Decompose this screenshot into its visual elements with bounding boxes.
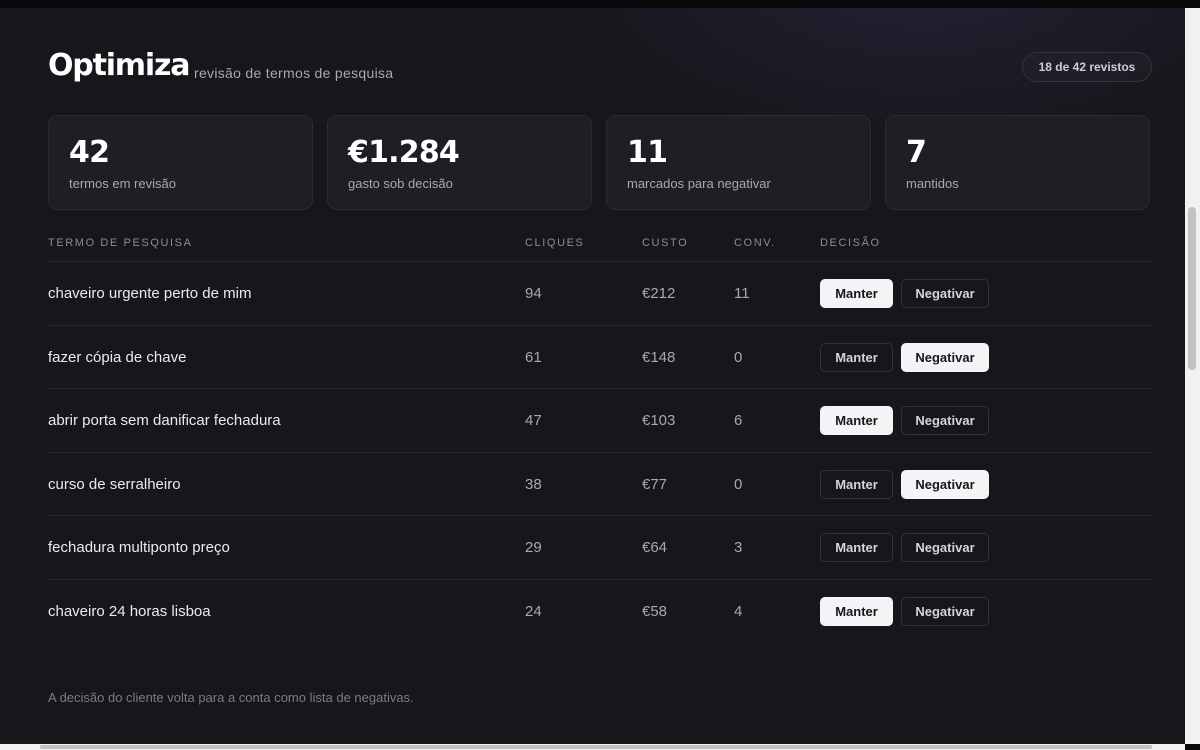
decision-actions: Manter Negativar <box>820 469 989 499</box>
keep-button[interactable]: Manter <box>820 596 893 626</box>
stat-value: €1.284 <box>348 135 460 170</box>
negate-button[interactable]: Negativar <box>901 279 989 308</box>
stat-value: 42 <box>69 135 110 170</box>
decision-actions: Manter Negativar <box>820 596 989 626</box>
stat-label: gasto sob decisão <box>348 176 453 191</box>
table-row: chaveiro 24 horas lisboa 24 €58 4 Manter… <box>48 580 1152 644</box>
stat-card-spend: €1.284 gasto sob decisão <box>327 115 592 210</box>
stat-label: marcados para negativar <box>627 176 771 191</box>
window-top-edge <box>0 0 1200 8</box>
keep-button[interactable]: Manter <box>820 533 893 562</box>
stat-card-kept: 7 mantidos <box>885 115 1150 210</box>
clicks-value: 29 <box>525 539 542 556</box>
search-term: curso de serralheiro <box>48 475 181 493</box>
cost-value: €103 <box>642 412 676 429</box>
stat-label: termos em revisão <box>69 176 176 191</box>
search-term: fazer cópia de chave <box>48 348 187 366</box>
search-term: fechadura multiponto preço <box>48 539 230 556</box>
keep-button[interactable]: Manter <box>820 342 893 372</box>
clicks-value: 94 <box>525 285 542 302</box>
table-row: fazer cópia de chave 61 €148 0 Manter Ne… <box>48 326 1152 389</box>
negate-button[interactable]: Negativar <box>901 596 989 626</box>
cost-value: €77 <box>642 475 668 493</box>
stats-cards: 42 termos em revisão €1.284 gasto sob de… <box>48 115 1152 210</box>
conversions-value: 3 <box>734 539 743 556</box>
conversions-value: 4 <box>734 602 743 620</box>
keep-button[interactable]: Manter <box>820 469 893 499</box>
stat-card-terms: 42 termos em revisão <box>48 115 313 210</box>
clicks-value: 61 <box>525 348 542 366</box>
table-row: fechadura multiponto preço 29 €64 3 Mant… <box>48 516 1152 580</box>
cost-value: €148 <box>642 348 676 366</box>
brand-logo: Optimiza <box>48 48 190 83</box>
stat-label: mantidos <box>906 176 959 191</box>
negate-button[interactable]: Negativar <box>901 342 989 372</box>
cost-value: €64 <box>642 539 668 556</box>
vertical-scrollbar[interactable] <box>1185 8 1200 744</box>
clicks-value: 47 <box>525 412 542 429</box>
table-header: Termo de pesquisa Cliques Custo Conv. De… <box>48 228 1152 262</box>
cost-value: €58 <box>642 602 668 620</box>
footnote: A decisão do cliente volta para a conta … <box>48 690 414 705</box>
keep-button[interactable]: Manter <box>820 279 893 308</box>
decision-actions: Manter Negativar <box>820 533 989 562</box>
keep-button[interactable]: Manter <box>820 406 893 435</box>
horizontal-scrollbar-thumb[interactable] <box>40 745 1152 749</box>
negate-button[interactable]: Negativar <box>901 406 989 435</box>
decision-actions: Manter Negativar <box>820 406 989 435</box>
table-row: abrir porta sem danificar fechadura 47 €… <box>48 389 1152 453</box>
conversions-value: 11 <box>734 285 750 302</box>
cost-value: €212 <box>642 285 676 302</box>
column-header-decision: Decisão <box>820 237 881 249</box>
column-header-cost: Custo <box>642 237 689 249</box>
conversions-value: 6 <box>734 412 743 429</box>
search-terms-table: Termo de pesquisa Cliques Custo Conv. De… <box>48 228 1152 643</box>
conversions-value: 0 <box>734 348 743 366</box>
clicks-value: 24 <box>525 602 542 620</box>
stat-card-negated: 11 marcados para negativar <box>606 115 871 210</box>
stat-value: 7 <box>906 135 927 170</box>
decision-actions: Manter Negativar <box>820 342 989 372</box>
search-term: abrir porta sem danificar fechadura <box>48 412 281 429</box>
table-row: curso de serralheiro 38 €77 0 Manter Neg… <box>48 453 1152 516</box>
negate-button[interactable]: Negativar <box>901 469 989 499</box>
column-header-clicks: Cliques <box>525 237 585 249</box>
page-subtitle: revisão de termos de pesquisa <box>194 65 394 81</box>
decision-actions: Manter Negativar <box>820 279 989 308</box>
search-term: chaveiro urgente perto de mim <box>48 285 252 302</box>
table-row: chaveiro urgente perto de mim 94 €212 11… <box>48 262 1152 326</box>
search-term: chaveiro 24 horas lisboa <box>48 602 211 620</box>
vertical-scrollbar-thumb[interactable] <box>1188 207 1196 370</box>
stat-value: 11 <box>627 135 668 170</box>
column-header-conversions: Conv. <box>734 237 776 249</box>
column-header-term: Termo de pesquisa <box>48 237 193 249</box>
app-viewport: Optimiza revisão de termos de pesquisa 1… <box>0 8 1185 744</box>
conversions-value: 0 <box>734 475 743 493</box>
negate-button[interactable]: Negativar <box>901 533 989 562</box>
review-progress-badge: 18 de 42 revistos <box>1022 52 1152 82</box>
clicks-value: 38 <box>525 475 542 493</box>
